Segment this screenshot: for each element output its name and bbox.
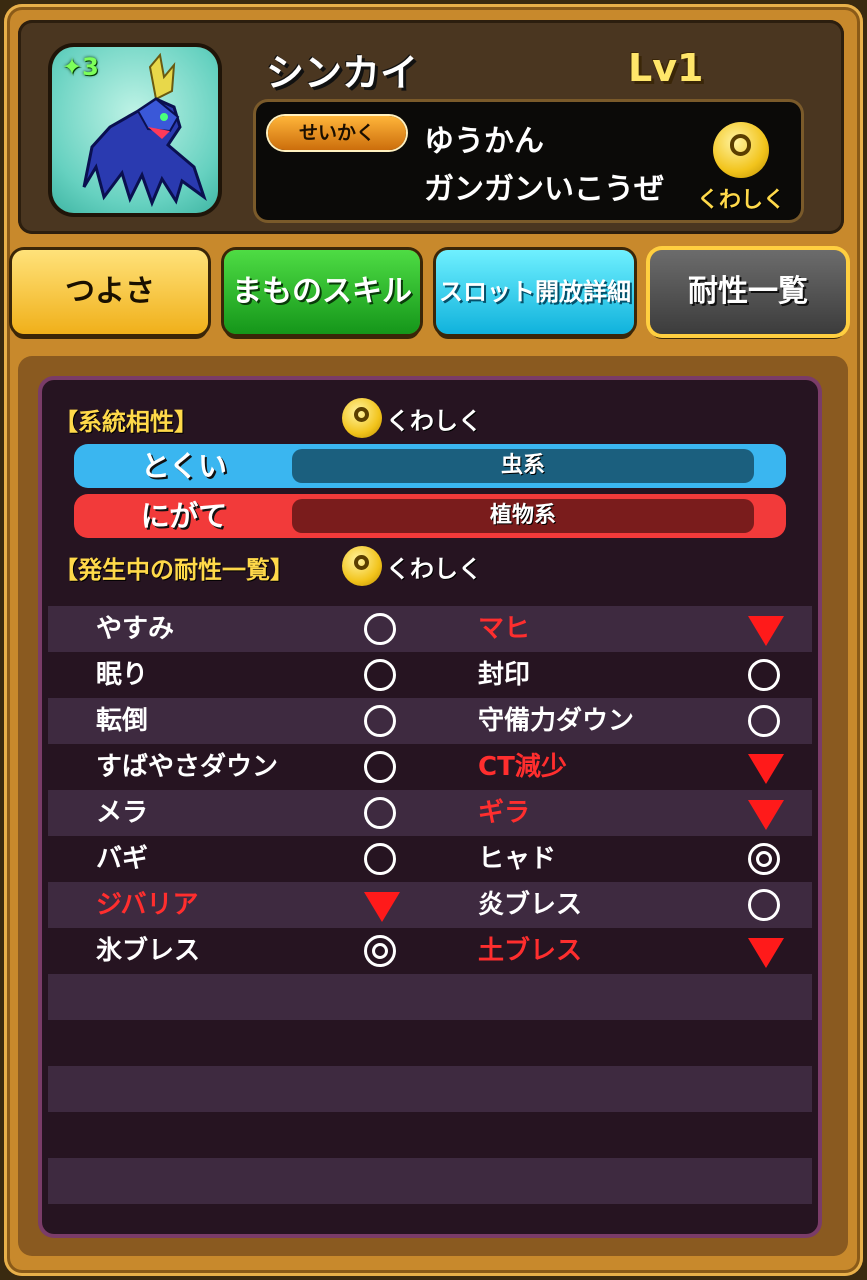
resistance-name: ギラ xyxy=(478,798,531,828)
resistance-name: 炎ブレス xyxy=(478,890,583,920)
monster-name: シンカイ xyxy=(266,51,419,95)
table-row xyxy=(48,1066,812,1112)
circle-icon xyxy=(364,659,396,691)
circle-icon xyxy=(364,797,396,829)
circle-icon xyxy=(364,843,396,875)
resistance-name: やすみ xyxy=(96,614,175,644)
tab-label: つよさ xyxy=(65,274,155,309)
resistance-name: CT減少 xyxy=(478,752,567,782)
table-row xyxy=(48,1112,812,1158)
weak-against-bar: にがて 植物系 xyxy=(74,494,786,538)
resistance-name: 眠り xyxy=(96,660,149,690)
monster-portrait[interactable]: ✦3 xyxy=(52,47,218,213)
double-circle-icon xyxy=(364,935,396,967)
weak-against-label: にがて xyxy=(140,499,228,533)
tab-slot-details[interactable]: スロット開放詳細 xyxy=(436,250,634,334)
circle-icon xyxy=(364,751,396,783)
personality-tag: せいかく xyxy=(268,116,406,150)
tab-label: まものスキル xyxy=(232,274,412,309)
personality-detail-button[interactable]: くわしく xyxy=(696,116,786,213)
resistance-name: バギ xyxy=(96,844,149,874)
magnifier-icon xyxy=(342,546,382,586)
strong-against-bar: とくい 虫系 xyxy=(74,444,786,488)
rank-badge: ✦3 xyxy=(62,53,99,81)
circle-icon xyxy=(748,889,780,921)
resistance-panel: 【系統相性】 くわしく とくい 虫系 にがて 植物系 【発生中の耐性一覧】 くわ… xyxy=(42,380,818,1234)
resistance-name: ジバリア xyxy=(96,890,199,920)
weak-triangle-icon xyxy=(748,616,784,646)
table-row xyxy=(48,1158,812,1204)
resistance-name: 転倒 xyxy=(96,706,149,736)
table-row: やすみ マヒ xyxy=(48,606,812,652)
strong-against-label: とくい xyxy=(140,449,228,483)
tab-stats[interactable]: つよさ xyxy=(12,250,208,334)
personality-description: ガンガンいこうぜ xyxy=(424,172,664,207)
circle-icon xyxy=(748,659,780,691)
magnifier-icon xyxy=(713,122,769,178)
table-row: 転倒 守備力ダウン xyxy=(48,698,812,744)
resistance-detail-button[interactable]: くわしく xyxy=(342,546,482,586)
resistance-name: ヒャド xyxy=(478,844,557,874)
circle-icon xyxy=(364,613,396,645)
weak-triangle-icon xyxy=(364,892,400,922)
detail-label: くわしく xyxy=(386,406,482,435)
monster-level: Lv1 xyxy=(628,46,704,90)
affinity-title: 【系統相性】 xyxy=(54,408,198,436)
resistance-name: 守備力ダウン xyxy=(478,706,635,736)
tab-monster-skills[interactable]: まものスキル xyxy=(224,250,420,334)
double-circle-icon xyxy=(748,843,780,875)
resistance-name: 封印 xyxy=(478,660,531,690)
table-row: 氷ブレス 土ブレス xyxy=(48,928,812,974)
resistance-name: すばやさダウン xyxy=(96,752,279,782)
resistance-title: 【発生中の耐性一覧】 xyxy=(54,556,294,584)
resistance-name: マヒ xyxy=(478,614,531,644)
circle-icon xyxy=(364,705,396,737)
tab-label: 耐性一覧 xyxy=(688,274,808,309)
resistance-name: メラ xyxy=(96,798,149,828)
table-row: すばやさダウン CT減少 xyxy=(48,744,812,790)
weak-against-value: 植物系 xyxy=(292,499,754,533)
resistance-name: 氷ブレス xyxy=(96,936,201,966)
table-row: メラ ギラ xyxy=(48,790,812,836)
affinity-detail-button[interactable]: くわしく xyxy=(342,398,482,438)
table-row: ジバリア 炎ブレス xyxy=(48,882,812,928)
weak-triangle-icon xyxy=(748,938,784,968)
resistance-table: やすみ マヒ眠り 封印転倒 守備力ダウンすばやさダウン CT減少メラ ギラバギ ヒャドジバリ… xyxy=(48,606,812,1204)
personality-panel: せいかく ゆうかん ガンガンいこうぜ くわしく xyxy=(256,102,801,220)
table-row: 眠り 封印 xyxy=(48,652,812,698)
weak-triangle-icon xyxy=(748,754,784,784)
detail-label: くわしく xyxy=(386,554,482,583)
table-row xyxy=(48,974,812,1020)
tab-label: スロット開放詳細 xyxy=(439,278,631,306)
personality-value: ゆうかん xyxy=(424,124,544,159)
strong-against-value: 虫系 xyxy=(292,449,754,483)
circle-icon xyxy=(748,705,780,737)
resistance-name: 土ブレス xyxy=(478,936,583,966)
monster-header: ✦3 シンカイ Lv1 せいかく ゆうかん ガンガンいこうぜ くわしく xyxy=(18,20,844,234)
detail-label: くわしく xyxy=(696,188,785,213)
table-row: バギ ヒャド xyxy=(48,836,812,882)
weak-triangle-icon xyxy=(748,800,784,830)
magnifier-icon xyxy=(342,398,382,438)
tab-resistances[interactable]: 耐性一覧 xyxy=(650,250,846,334)
table-row xyxy=(48,1020,812,1066)
